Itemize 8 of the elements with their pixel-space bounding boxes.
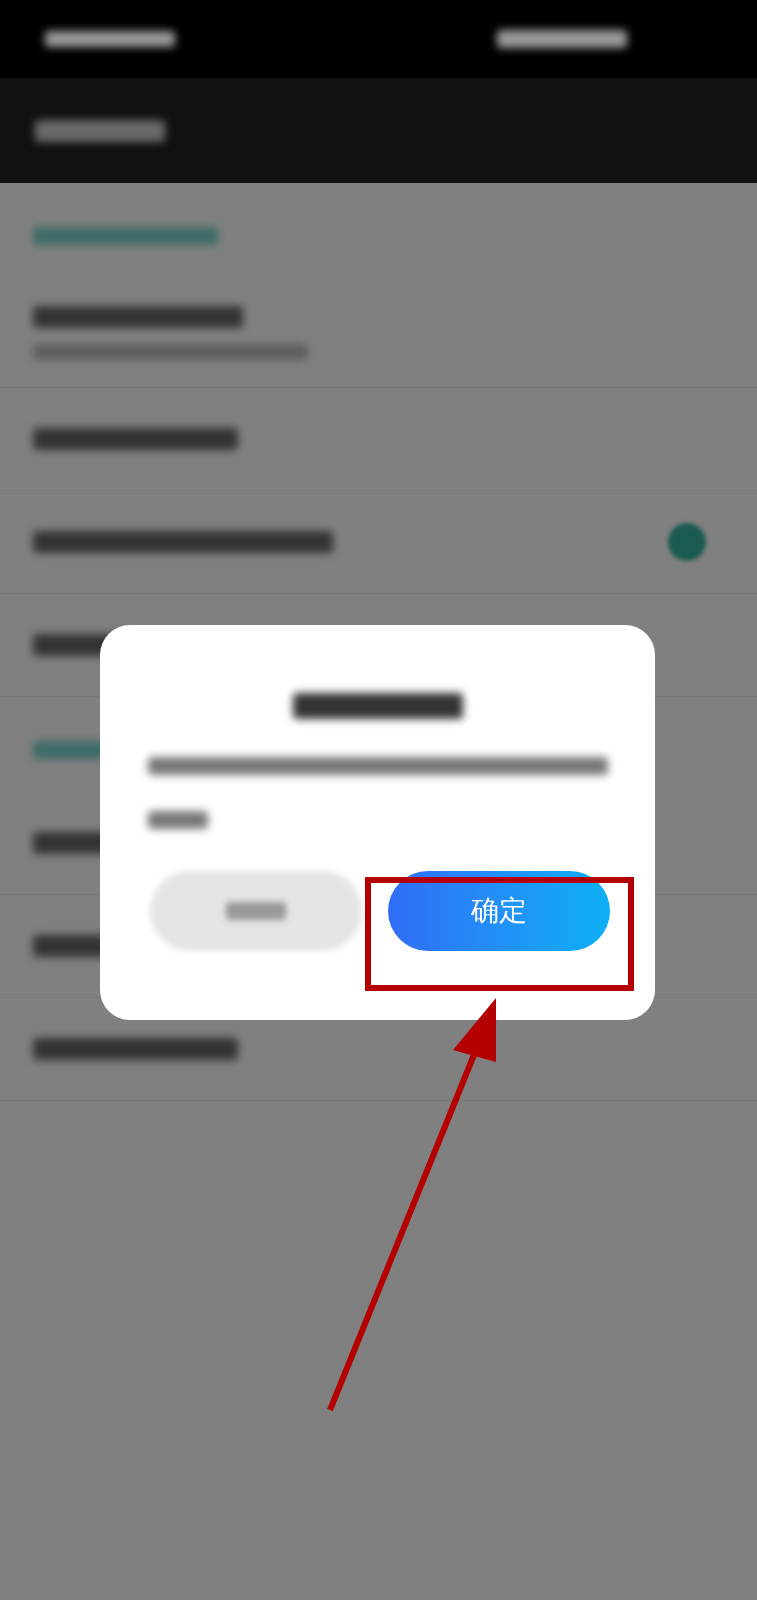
- blurred-message: [148, 811, 208, 829]
- confirm-button[interactable]: 确定: [388, 871, 610, 951]
- toggle-switch[interactable]: [668, 523, 706, 561]
- blurred-setting-label[interactable]: [33, 428, 238, 450]
- cancel-button[interactable]: [150, 871, 362, 951]
- blurred-setting-label[interactable]: [33, 1038, 238, 1060]
- blurred-setting-label[interactable]: [33, 305, 243, 328]
- blurred-setting-label[interactable]: [33, 531, 333, 553]
